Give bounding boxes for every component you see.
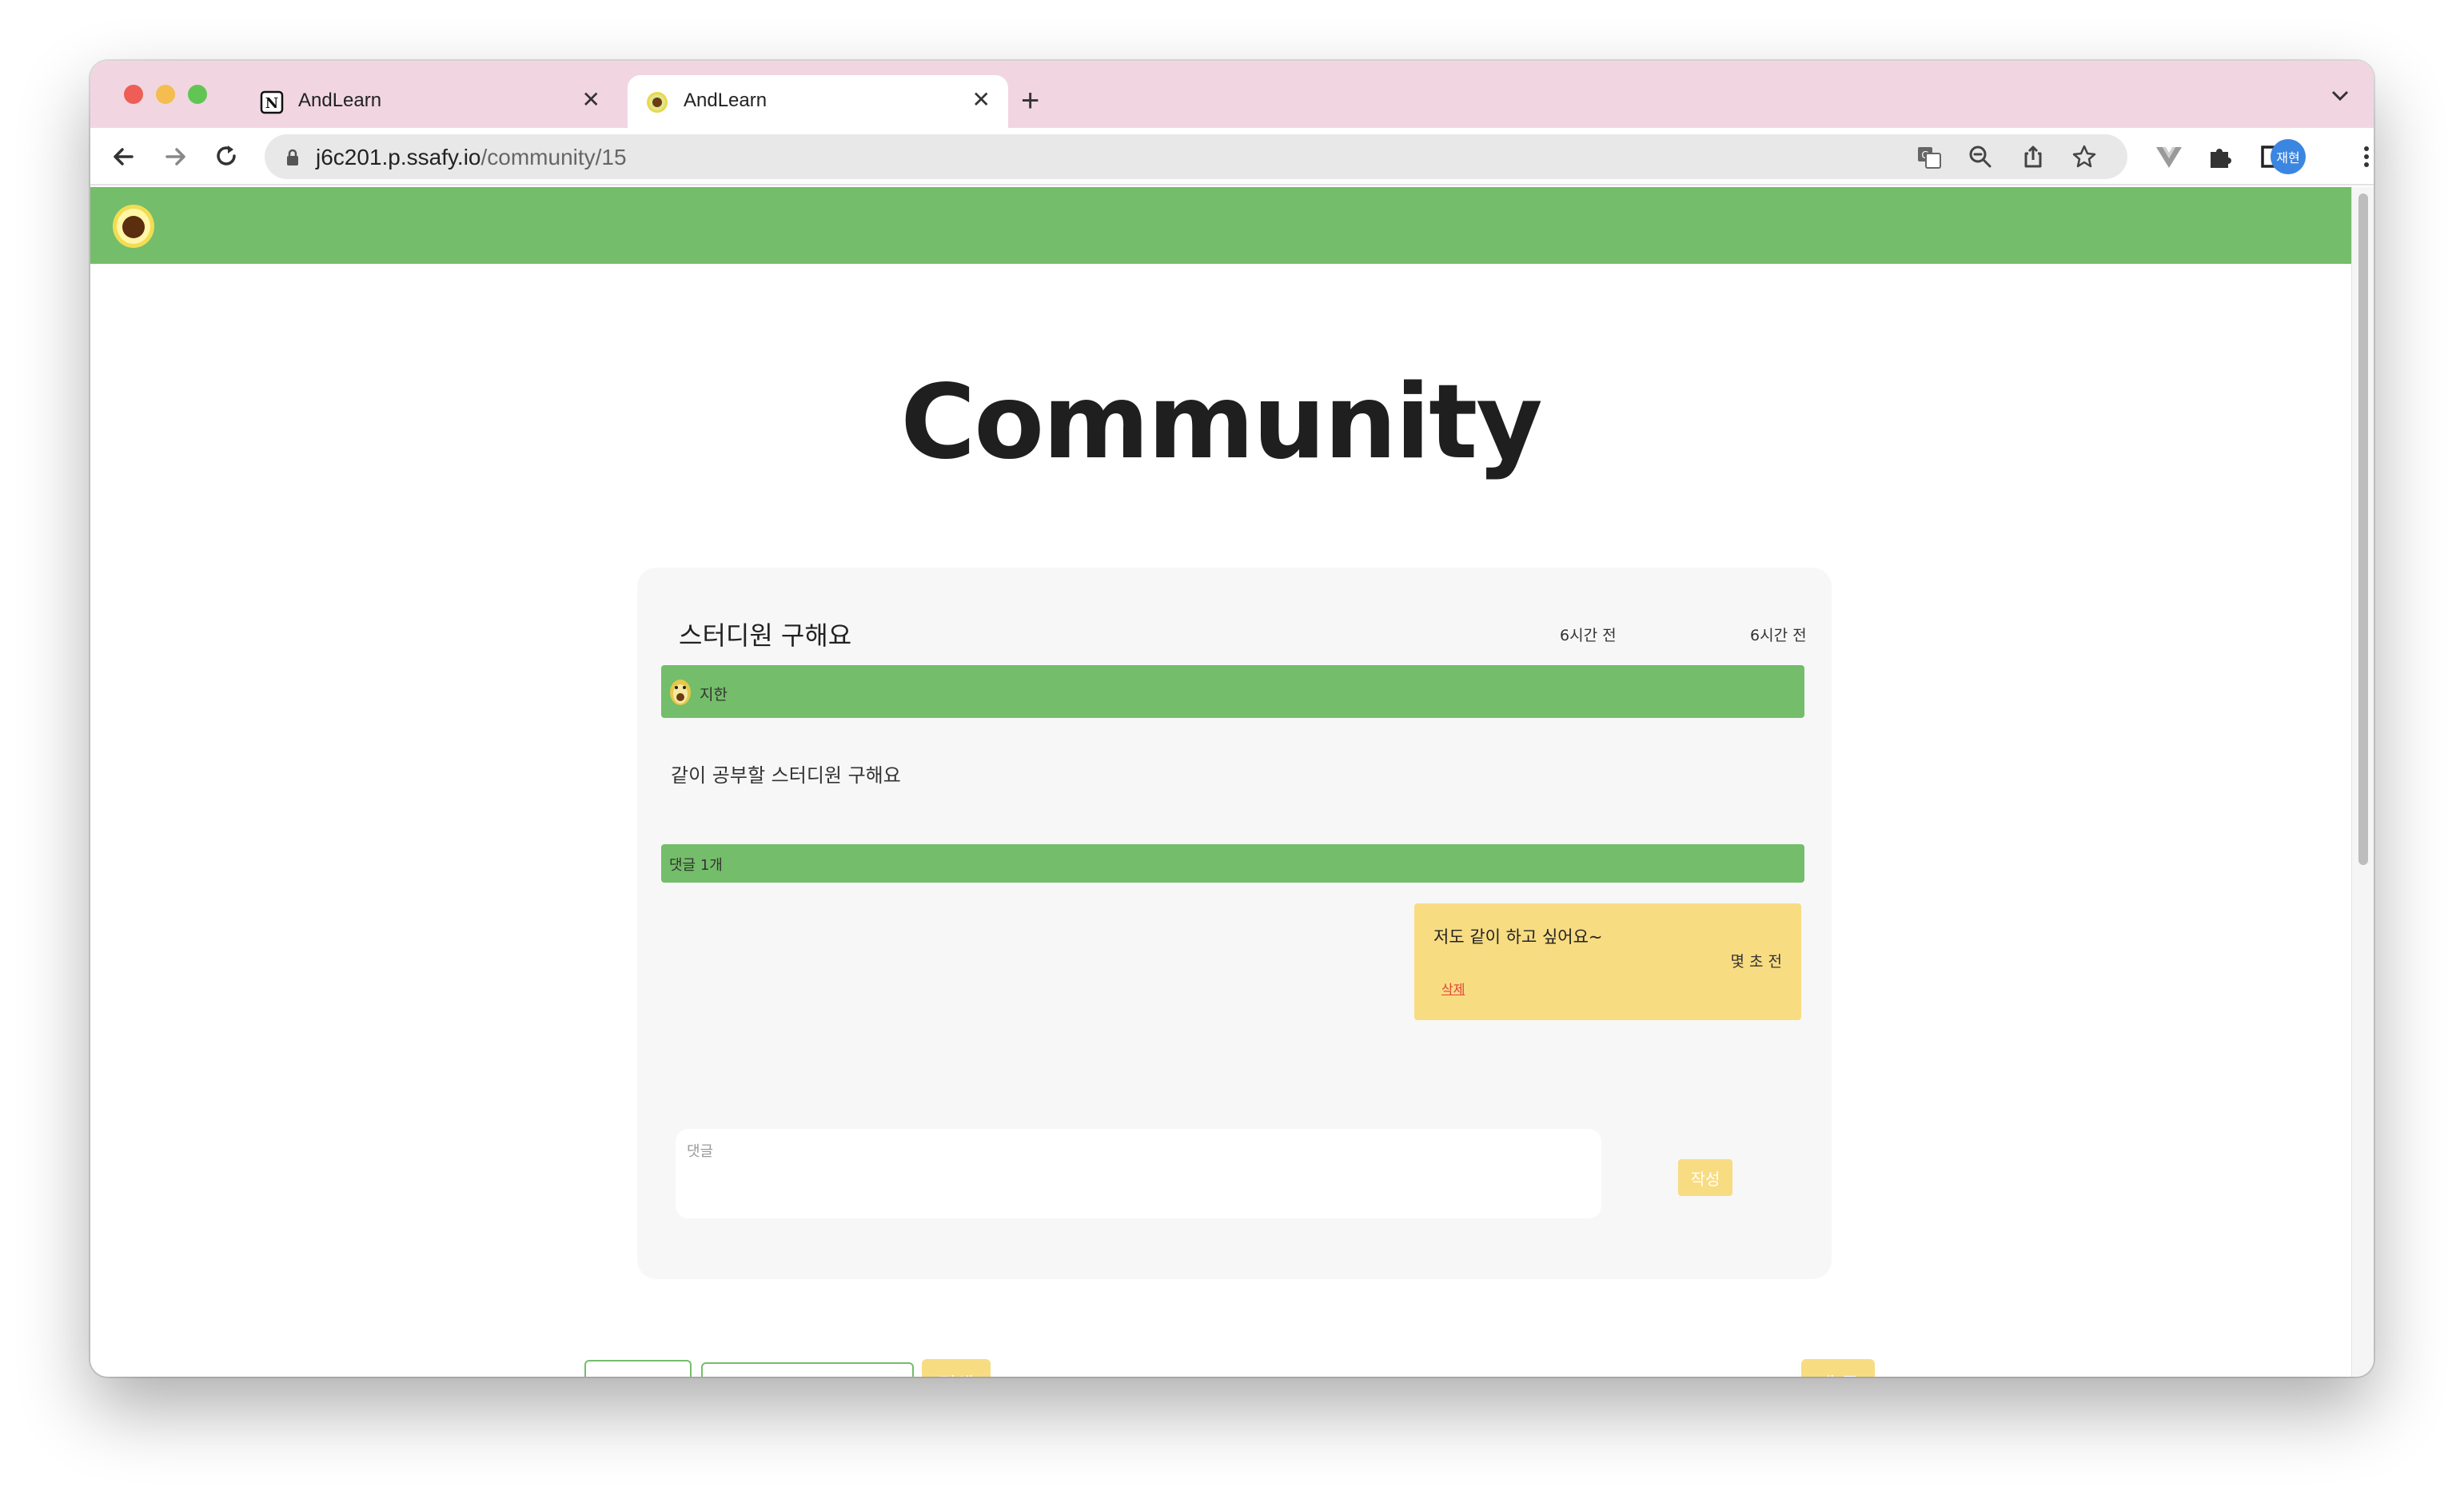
extensions-icon[interactable] [2206, 142, 2235, 171]
zoom-out-icon[interactable] [1968, 144, 1993, 169]
bookmark-star-icon[interactable] [2071, 144, 2097, 169]
notion-icon: N [260, 90, 284, 114]
maximize-window-button[interactable] [188, 85, 207, 104]
share-icon[interactable] [2020, 144, 2046, 169]
page-viewport: Community 스터디원 구해요 6시간 전 6시간 전 지한 같이 공부할 [90, 187, 2351, 1377]
comment-count: 댓글 1개 [669, 857, 723, 874]
minimize-window-button[interactable] [156, 85, 175, 104]
new-tab-button[interactable]: + [1021, 85, 1039, 117]
tab-title: AndLearn [684, 90, 768, 111]
search-button[interactable]: 검색 [922, 1359, 991, 1377]
close-icon[interactable]: ✕ [972, 88, 991, 112]
more-menu-icon[interactable] [2362, 142, 2374, 171]
post-body: 같이 공부할 스터디원 구해요 [671, 764, 901, 787]
post-title: 스터디원 구해요 [679, 620, 852, 651]
scrollbar-thumb[interactable] [2358, 193, 2368, 865]
author-bar: 지한 [661, 665, 1804, 718]
translate-icon[interactable]: G [1916, 144, 1942, 169]
submit-comment-button[interactable]: 작성 [1678, 1159, 1732, 1196]
url-path: /community/15 [480, 145, 627, 169]
new-post-button[interactable]: 새 글 [1801, 1359, 1875, 1377]
page-title: Community [900, 363, 1542, 482]
post-card: 스터디원 구해요 6시간 전 6시간 전 지한 같이 공부할 스터디원 구해요 [637, 568, 1832, 1279]
comment-time: 몇 초 전 [1730, 953, 1782, 971]
back-icon[interactable] [110, 142, 138, 171]
avocado-icon [645, 90, 669, 114]
browser-window: N AndLearn ✕ AndLearn ✕ + j6c201.p.ssafy… [90, 61, 2374, 1377]
post-updated-time: 6시간 전 [1750, 627, 1807, 644]
close-window-button[interactable] [124, 85, 143, 104]
url-text: j6c201.p.ssafy.io/community/15 [316, 145, 627, 170]
app-header [90, 187, 2351, 264]
forward-icon[interactable] [161, 142, 189, 171]
search-input[interactable] [701, 1362, 914, 1377]
comment-item: 저도 같이 하고 싶어요~ 몇 초 전 삭제 [1414, 903, 1801, 1020]
comment-text: 저도 같이 하고 싶어요~ [1433, 927, 1603, 947]
tab-title: AndLearn [298, 90, 382, 111]
scrollbar[interactable] [2351, 187, 2374, 1377]
profile-avatar[interactable]: 재현 [2271, 139, 2306, 174]
comments-header: 댓글 1개 [661, 844, 1804, 883]
reload-icon[interactable] [212, 142, 241, 171]
chevron-down-icon[interactable] [2330, 90, 2350, 106]
close-icon[interactable]: ✕ [582, 88, 600, 112]
tab-strip: N AndLearn ✕ AndLearn ✕ + [90, 61, 2374, 128]
tab-andlearn[interactable]: AndLearn ✕ [628, 75, 1008, 128]
post-created-time: 6시간 전 [1560, 627, 1617, 644]
vue-devtools-icon[interactable] [2155, 142, 2183, 171]
search-field-value: 제목 [600, 1373, 636, 1377]
comment-delete-link[interactable]: 삭제 [1441, 979, 1465, 998]
comment-input-placeholder: 댓글 [687, 1143, 714, 1160]
svg-text:N: N [265, 95, 278, 112]
author-name: 지한 [700, 686, 728, 704]
comment-input[interactable]: 댓글 [676, 1129, 1601, 1218]
avocado-logo-icon[interactable] [111, 201, 156, 253]
lock-icon[interactable] [285, 149, 300, 169]
url-host: j6c201.p.ssafy.io [316, 145, 481, 169]
author-avatar-icon [664, 675, 696, 710]
address-bar[interactable]: j6c201.p.ssafy.io/community/15 G [265, 134, 2127, 179]
search-field-select[interactable]: 제목 [584, 1360, 692, 1377]
browser-toolbar: j6c201.p.ssafy.io/community/15 G 재현 [90, 128, 2374, 185]
tab-notion[interactable]: N AndLearn ✕ [242, 75, 618, 128]
